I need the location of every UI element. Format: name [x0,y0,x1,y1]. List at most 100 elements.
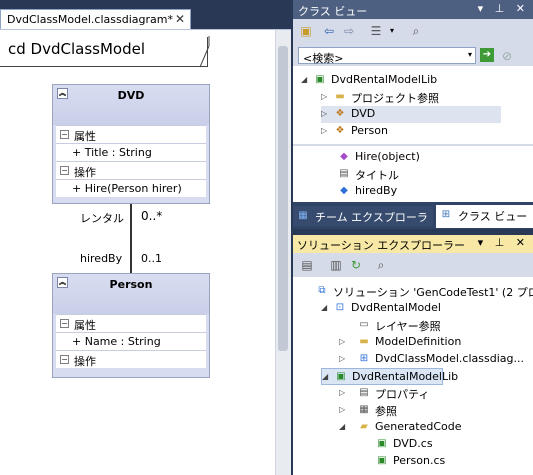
attribute-text: + Name : String [72,335,161,348]
method-icon: ◆ [340,151,348,162]
tree-item-label: ModelDefinition [375,335,462,348]
collapse-icon[interactable]: ︽ [57,277,68,288]
panel-title: クラス ビュー [298,5,368,18]
class-diagram-icon[interactable]: ⌕ [373,257,389,273]
cs-file-icon: ▣ [377,438,387,449]
collapse-icon[interactable]: ︽ [57,88,68,99]
class-header: ︽ DVD [53,85,209,125]
search-go-icon[interactable]: ➔ [480,48,494,62]
solution-explorer-toolbar: ▤ ▥ ↻ ⌕ [293,253,533,277]
attributes-section[interactable]: − 属性 [56,314,206,332]
panel-buttons[interactable]: ▾ ⊥ ✕ [478,2,529,15]
modeling-project-icon: ⊡ [335,302,345,313]
field-icon: ◆ [340,185,348,196]
operations-section[interactable]: − 操作 [56,161,206,179]
reference-icon: ▦ [359,404,369,415]
minus-icon[interactable]: − [60,166,69,175]
tree-item-label: DvdClassModel.classdiag... [375,352,524,365]
minus-icon[interactable]: − [60,130,69,139]
operation-text: + Hire(Person hirer) [72,182,182,195]
tree-item-label: DVD [351,107,376,120]
tree-item-label: レイヤー参照 [375,320,441,333]
tree-item-dvd[interactable]: ▷ ❖ DVD [321,106,501,123]
class-shape-dvd[interactable]: ︽ DVD − 属性 + Title : String − 操作 + Hire(Pe… [52,84,210,204]
operations-section[interactable]: − 操作 [56,350,206,368]
multiplicity-bottom: 0..1 [141,252,162,265]
panel-tabs: ▦ チーム エクスプローラー ⊞ クラス ビュー [293,202,533,240]
properties-icon: ▤ [359,387,369,398]
panel-title: ソリューション エクスプローラー [297,239,465,252]
class-view-toolbar: ▣ ⇦ ⇨ ☰ ▾ ⌕ [293,19,533,44]
scrollbar-thumb[interactable] [278,46,288,351]
ide-window: DvdClassModel.classdiagram* ✕ cd DvdClas… [0,0,533,475]
folder-icon: ▬ [335,91,345,102]
member-label: タイトル [355,169,399,182]
tab-class-view[interactable]: ⊞ クラス ビュー [436,205,533,228]
refresh-icon[interactable]: ↻ [348,257,364,273]
class-icon: ❖ [335,125,345,136]
show-all-files-icon[interactable]: ▥ [328,257,344,273]
folder-open-icon: ▰ [360,421,368,432]
tab-class-diagram[interactable]: DvdClassModel.classdiagram* ✕ [0,9,191,29]
class-header: ︽ Person [53,274,209,314]
tab-title: DvdClassModel.classdiagram* [7,13,173,26]
properties-icon[interactable]: ▤ [299,257,315,273]
association-role-top: レンタル [80,212,124,225]
association-line[interactable] [130,204,132,273]
tree-item-label: Person [351,124,388,137]
diagram-title: cd DvdClassModel [8,40,145,58]
property-icon: ▤ [339,168,349,179]
attributes-section[interactable]: − 属性 [56,125,206,143]
new-folder-icon[interactable]: ▣ [298,23,314,39]
back-icon[interactable]: ⇦ [321,23,337,39]
minus-icon[interactable]: − [60,319,69,328]
class-view-members: ◆ Hire(object) ▤ タイトル ◆ hiredBy [293,146,533,202]
frame-corner [200,36,210,68]
reference-icon: ▭ [359,319,369,330]
tree-item-label: DvdRentalModelLib [331,73,438,86]
search-placeholder: <検索> [303,52,344,65]
class-shape-person[interactable]: ︽ Person − 属性 + Name : String − 操作 [52,273,210,378]
operations-label: 操作 [74,355,96,368]
find-symbol-icon[interactable]: ⌕ [408,23,424,39]
csharp-project-icon: ▣ [315,74,325,85]
forward-icon[interactable]: ⇨ [341,23,357,39]
tree-item-label: Person.cs [393,454,446,467]
tab-team-explorer[interactable]: ▦ チーム エクスプローラー [293,206,433,240]
attribute-row[interactable]: + Name : String [56,332,206,350]
search-bar: <検索> ▾ ➔ ⊘ [293,44,533,66]
class-view-tree: ◢ ▣ DvdRentalModelLib ▷ ▬ プロジェクト参照 ▷ ❖ D… [293,66,533,144]
search-input[interactable]: <検索> ▾ [298,47,476,65]
operations-label: 操作 [74,166,96,179]
close-icon[interactable]: ✕ [175,12,185,26]
clear-search-icon[interactable]: ⊘ [499,48,515,64]
chevron-down-icon[interactable]: ▾ [384,23,400,39]
minus-icon[interactable]: − [60,355,69,364]
tab-label: クラス ビュー [458,210,528,223]
chevron-down-icon[interactable]: ▾ [468,50,472,59]
attributes-label: 属性 [74,319,96,332]
tree-item-label: ソリューション 'GenCodeTest1' (2 プロ... [333,286,533,299]
member-label: Hire(object) [355,150,420,163]
panel-buttons[interactable]: ▾ ⊥ ✕ [478,236,529,249]
tree-item-lib-project[interactable]: ◢ ▣ DvdRentalModelLib [321,368,458,385]
operation-row[interactable]: + Hire(Person hirer) [56,179,206,197]
tree-item-label: DvdRentalModelLib [352,370,459,383]
member-label: hiredBy [355,184,398,197]
team-explorer-icon: ▦ [298,210,308,221]
solution-explorer-tree: ⧉ ソリューション 'GenCodeTest1' (2 プロ... ◢ ⊡ Dv… [293,277,533,475]
attribute-text: + Title : String [72,146,152,159]
association-role-bottom: hiredBy [80,252,123,265]
diagram-icon: ⊞ [359,353,369,364]
tree-item-label: 参照 [375,405,397,418]
solution-explorer-title-bar: ソリューション エクスプローラー ▾ ⊥ ✕ [293,235,533,253]
settings-icon[interactable]: ☰ [368,23,384,39]
csharp-project-icon: ▣ [336,371,346,382]
class-icon: ❖ [335,108,345,119]
attributes-label: 属性 [74,130,96,143]
multiplicity-top: 0..* [141,209,163,223]
tree-item-label: DvdRentalModel [351,301,441,314]
class-name: DVD [117,89,145,102]
attribute-row[interactable]: + Title : String [56,143,206,161]
tree-item-label: プロジェクト参照 [351,92,439,105]
